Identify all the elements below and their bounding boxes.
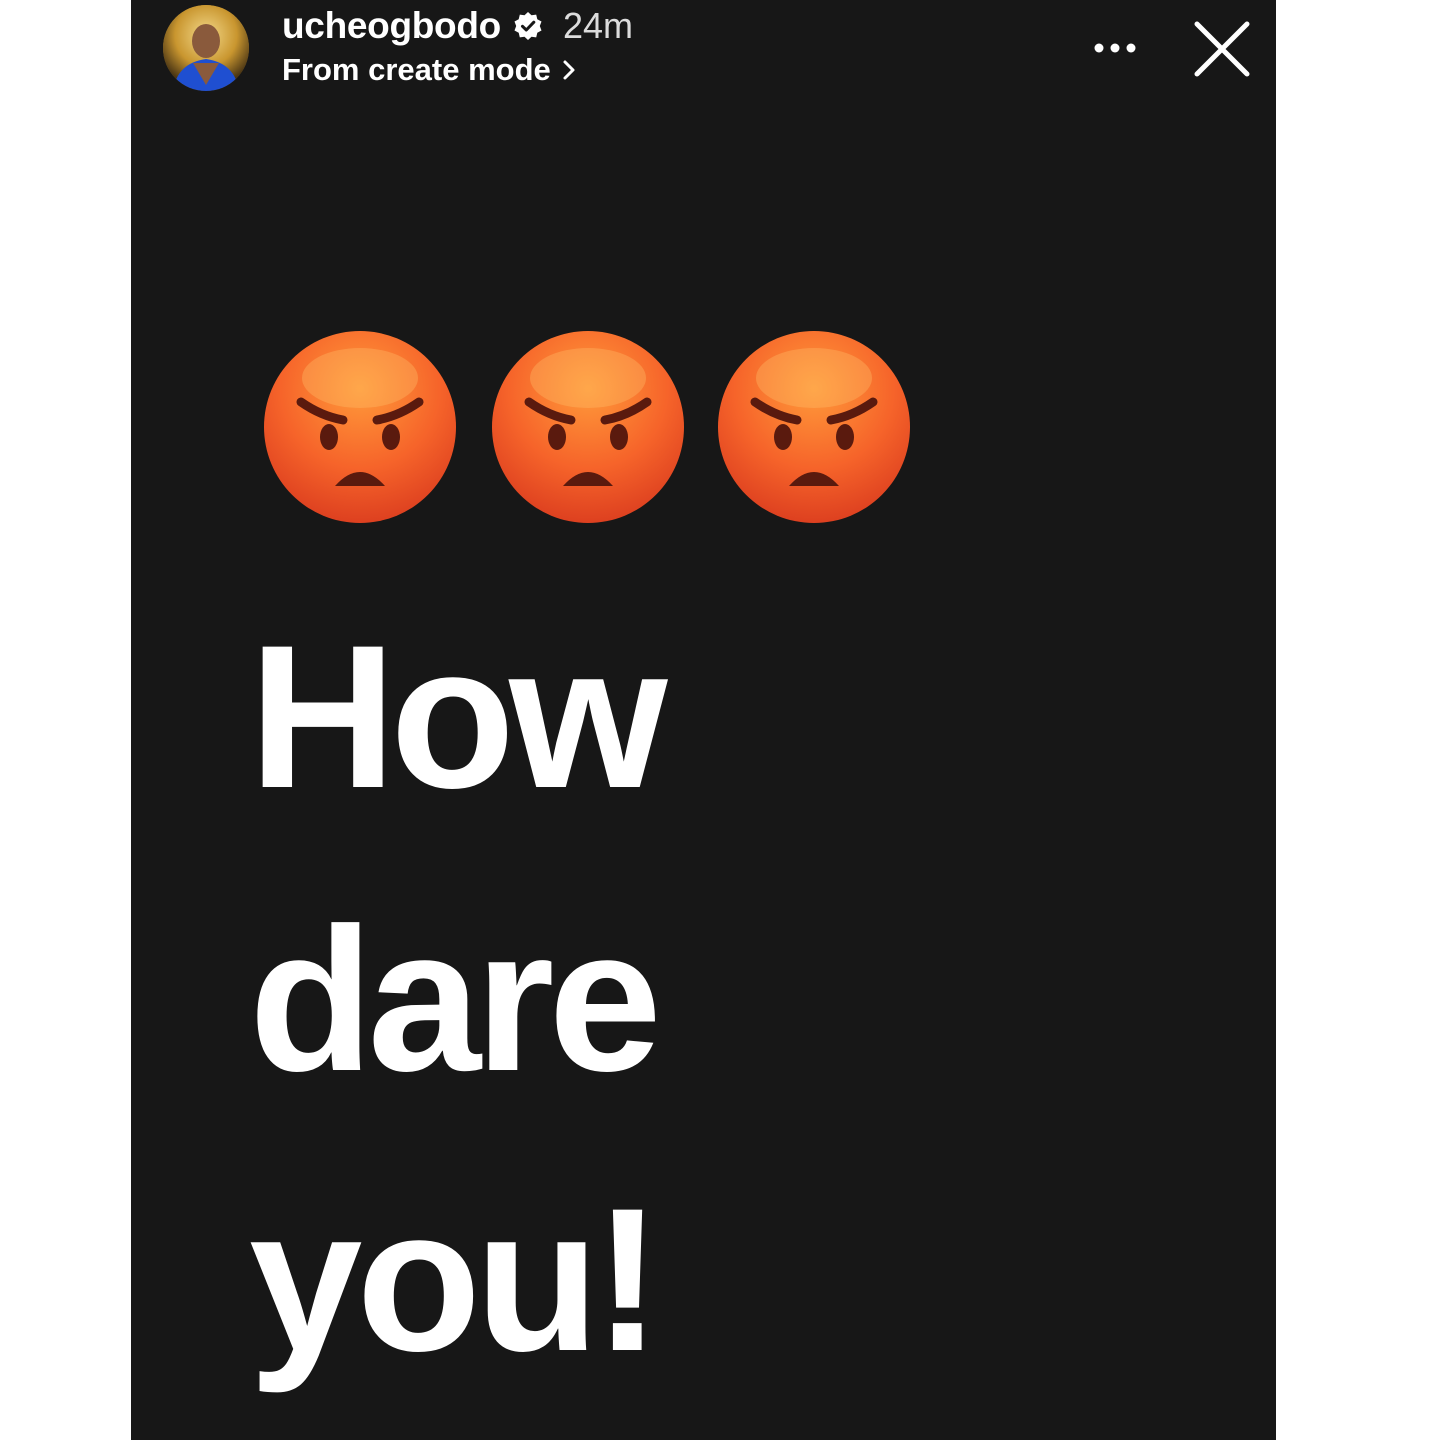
angry-face-icon — [264, 331, 456, 523]
close-button[interactable] — [1191, 18, 1253, 80]
story-text-line: dare — [249, 886, 662, 1114]
close-icon — [1194, 21, 1250, 77]
story-text-line: How — [249, 603, 668, 831]
subtitle: From create mode — [282, 52, 551, 87]
avatar[interactable] — [163, 5, 249, 91]
story-viewer[interactable]: ucheogbodo 24m From create mode How dare… — [131, 0, 1276, 1440]
more-options-button[interactable] — [1089, 30, 1141, 66]
emoji-row — [263, 330, 923, 526]
create-mode-link[interactable]: From create mode — [282, 50, 577, 90]
chevron-right-icon — [561, 58, 577, 82]
verified-badge-icon — [513, 11, 543, 41]
more-horizontal-icon — [1094, 43, 1136, 53]
story-header: ucheogbodo 24m From create mode — [131, 0, 1276, 100]
username-row: ucheogbodo 24m — [282, 4, 633, 48]
angry-face-icon — [492, 331, 684, 523]
avatar-image — [163, 5, 249, 91]
username[interactable]: ucheogbodo — [282, 5, 501, 47]
story-text-line: you! — [249, 1166, 662, 1394]
post-time: 24m — [562, 5, 633, 46]
angry-face-icon — [718, 331, 910, 523]
